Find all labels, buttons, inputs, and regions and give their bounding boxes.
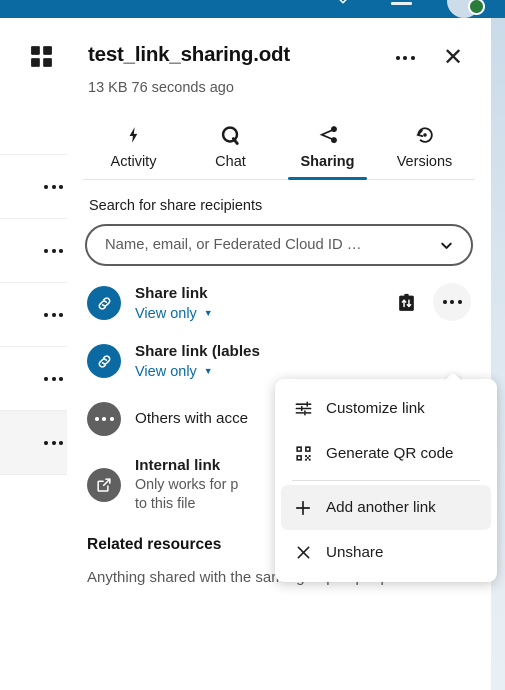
permission-selector[interactable]: View only ▼ xyxy=(135,364,213,380)
external-link-icon xyxy=(87,468,121,502)
three-dots-icon[interactable] xyxy=(37,240,70,262)
close-x-icon xyxy=(293,543,313,563)
sidebar-tabs: Activity Chat Sharing Versions xyxy=(83,117,475,180)
menu-item-label: Unshare xyxy=(326,544,384,561)
share-nodes-icon xyxy=(317,123,339,147)
menu-item-add-another-link[interactable]: Add another link xyxy=(281,485,491,530)
share-recipient-field[interactable] xyxy=(85,224,473,266)
link-icon xyxy=(87,344,121,378)
menu-item-label: Customize link xyxy=(326,400,425,417)
three-dots-icon xyxy=(87,402,121,436)
chat-bubble-icon xyxy=(219,123,242,147)
file-meta-text: 13 KB 76 seconds ago xyxy=(88,80,234,96)
sidebar-header: test_link_sharing.odt 13 KB 76 seconds a… xyxy=(83,18,475,97)
three-dots-icon[interactable] xyxy=(37,432,70,454)
tab-chat[interactable]: Chat xyxy=(182,117,279,179)
sidebar-more-actions-button[interactable] xyxy=(387,40,423,76)
link-icon xyxy=(87,286,121,320)
share-search-block: Search for share recipients xyxy=(83,198,475,266)
tab-label: Sharing xyxy=(300,154,355,170)
apps-grid-icon[interactable] xyxy=(29,44,54,74)
file-details-sidebar: test_link_sharing.odt 13 KB 76 seconds a… xyxy=(67,18,491,690)
three-dots-icon[interactable] xyxy=(37,176,70,198)
menu-divider xyxy=(292,480,480,481)
popup-arrow xyxy=(443,371,463,381)
tab-label: Activity xyxy=(110,154,157,170)
online-status-dot xyxy=(468,0,485,15)
close-sidebar-button[interactable]: ✕ xyxy=(435,40,471,76)
caret-down-icon: ▼ xyxy=(203,308,213,318)
permission-label: View only xyxy=(135,363,197,380)
search-label: Search for share recipients xyxy=(89,198,263,214)
window-minimize-icon[interactable] xyxy=(391,2,412,5)
permission-label: View only xyxy=(135,305,197,322)
share-info: Share link (lables View only ▼ xyxy=(135,342,471,381)
search-input[interactable] xyxy=(105,237,438,253)
chevron-down-icon[interactable] xyxy=(336,0,350,8)
tab-versions[interactable]: Versions xyxy=(376,117,473,179)
menu-item-label: Generate QR code xyxy=(326,445,454,462)
caret-down-icon: ▼ xyxy=(203,366,213,376)
copy-link-button[interactable] xyxy=(387,283,425,321)
permission-selector[interactable]: View only ▼ xyxy=(135,306,213,322)
qr-code-icon xyxy=(293,444,313,464)
chevron-down-icon[interactable] xyxy=(438,237,455,254)
tab-label: Versions xyxy=(396,154,453,170)
three-dots-icon[interactable] xyxy=(37,368,70,390)
menu-item-generate-qr-code[interactable]: Generate QR code xyxy=(281,431,491,476)
app-header-bar xyxy=(0,0,505,18)
tab-label: Chat xyxy=(215,154,246,170)
sliders-icon xyxy=(293,399,313,419)
tab-sharing[interactable]: Sharing xyxy=(279,117,376,180)
share-title: Share link (lables xyxy=(135,342,260,360)
history-restore-icon xyxy=(414,123,436,147)
menu-item-label: Add another link xyxy=(326,499,436,516)
tab-activity[interactable]: Activity xyxy=(85,117,182,179)
plus-icon xyxy=(293,498,313,518)
three-dots-icon[interactable] xyxy=(37,304,70,326)
three-dots-icon xyxy=(436,291,469,313)
screen-root: test_link_sharing.odt 13 KB 76 seconds a… xyxy=(0,0,505,690)
lightning-bolt-icon xyxy=(124,123,143,147)
share-row-link-1: Share link View only ▼ xyxy=(87,278,471,328)
menu-item-unshare[interactable]: Unshare xyxy=(281,530,491,575)
copy-link-icon xyxy=(398,293,414,311)
close-icon: ✕ xyxy=(442,44,464,71)
share-row-actions xyxy=(387,283,471,321)
sidebar-header-actions: ✕ xyxy=(387,40,471,76)
three-dots-icon xyxy=(389,47,422,69)
share-link-menu-button[interactable] xyxy=(433,283,471,321)
share-link-context-menu: Customize link Generate QR code Add anot… xyxy=(275,379,497,582)
menu-item-customize-link[interactable]: Customize link xyxy=(281,386,491,431)
